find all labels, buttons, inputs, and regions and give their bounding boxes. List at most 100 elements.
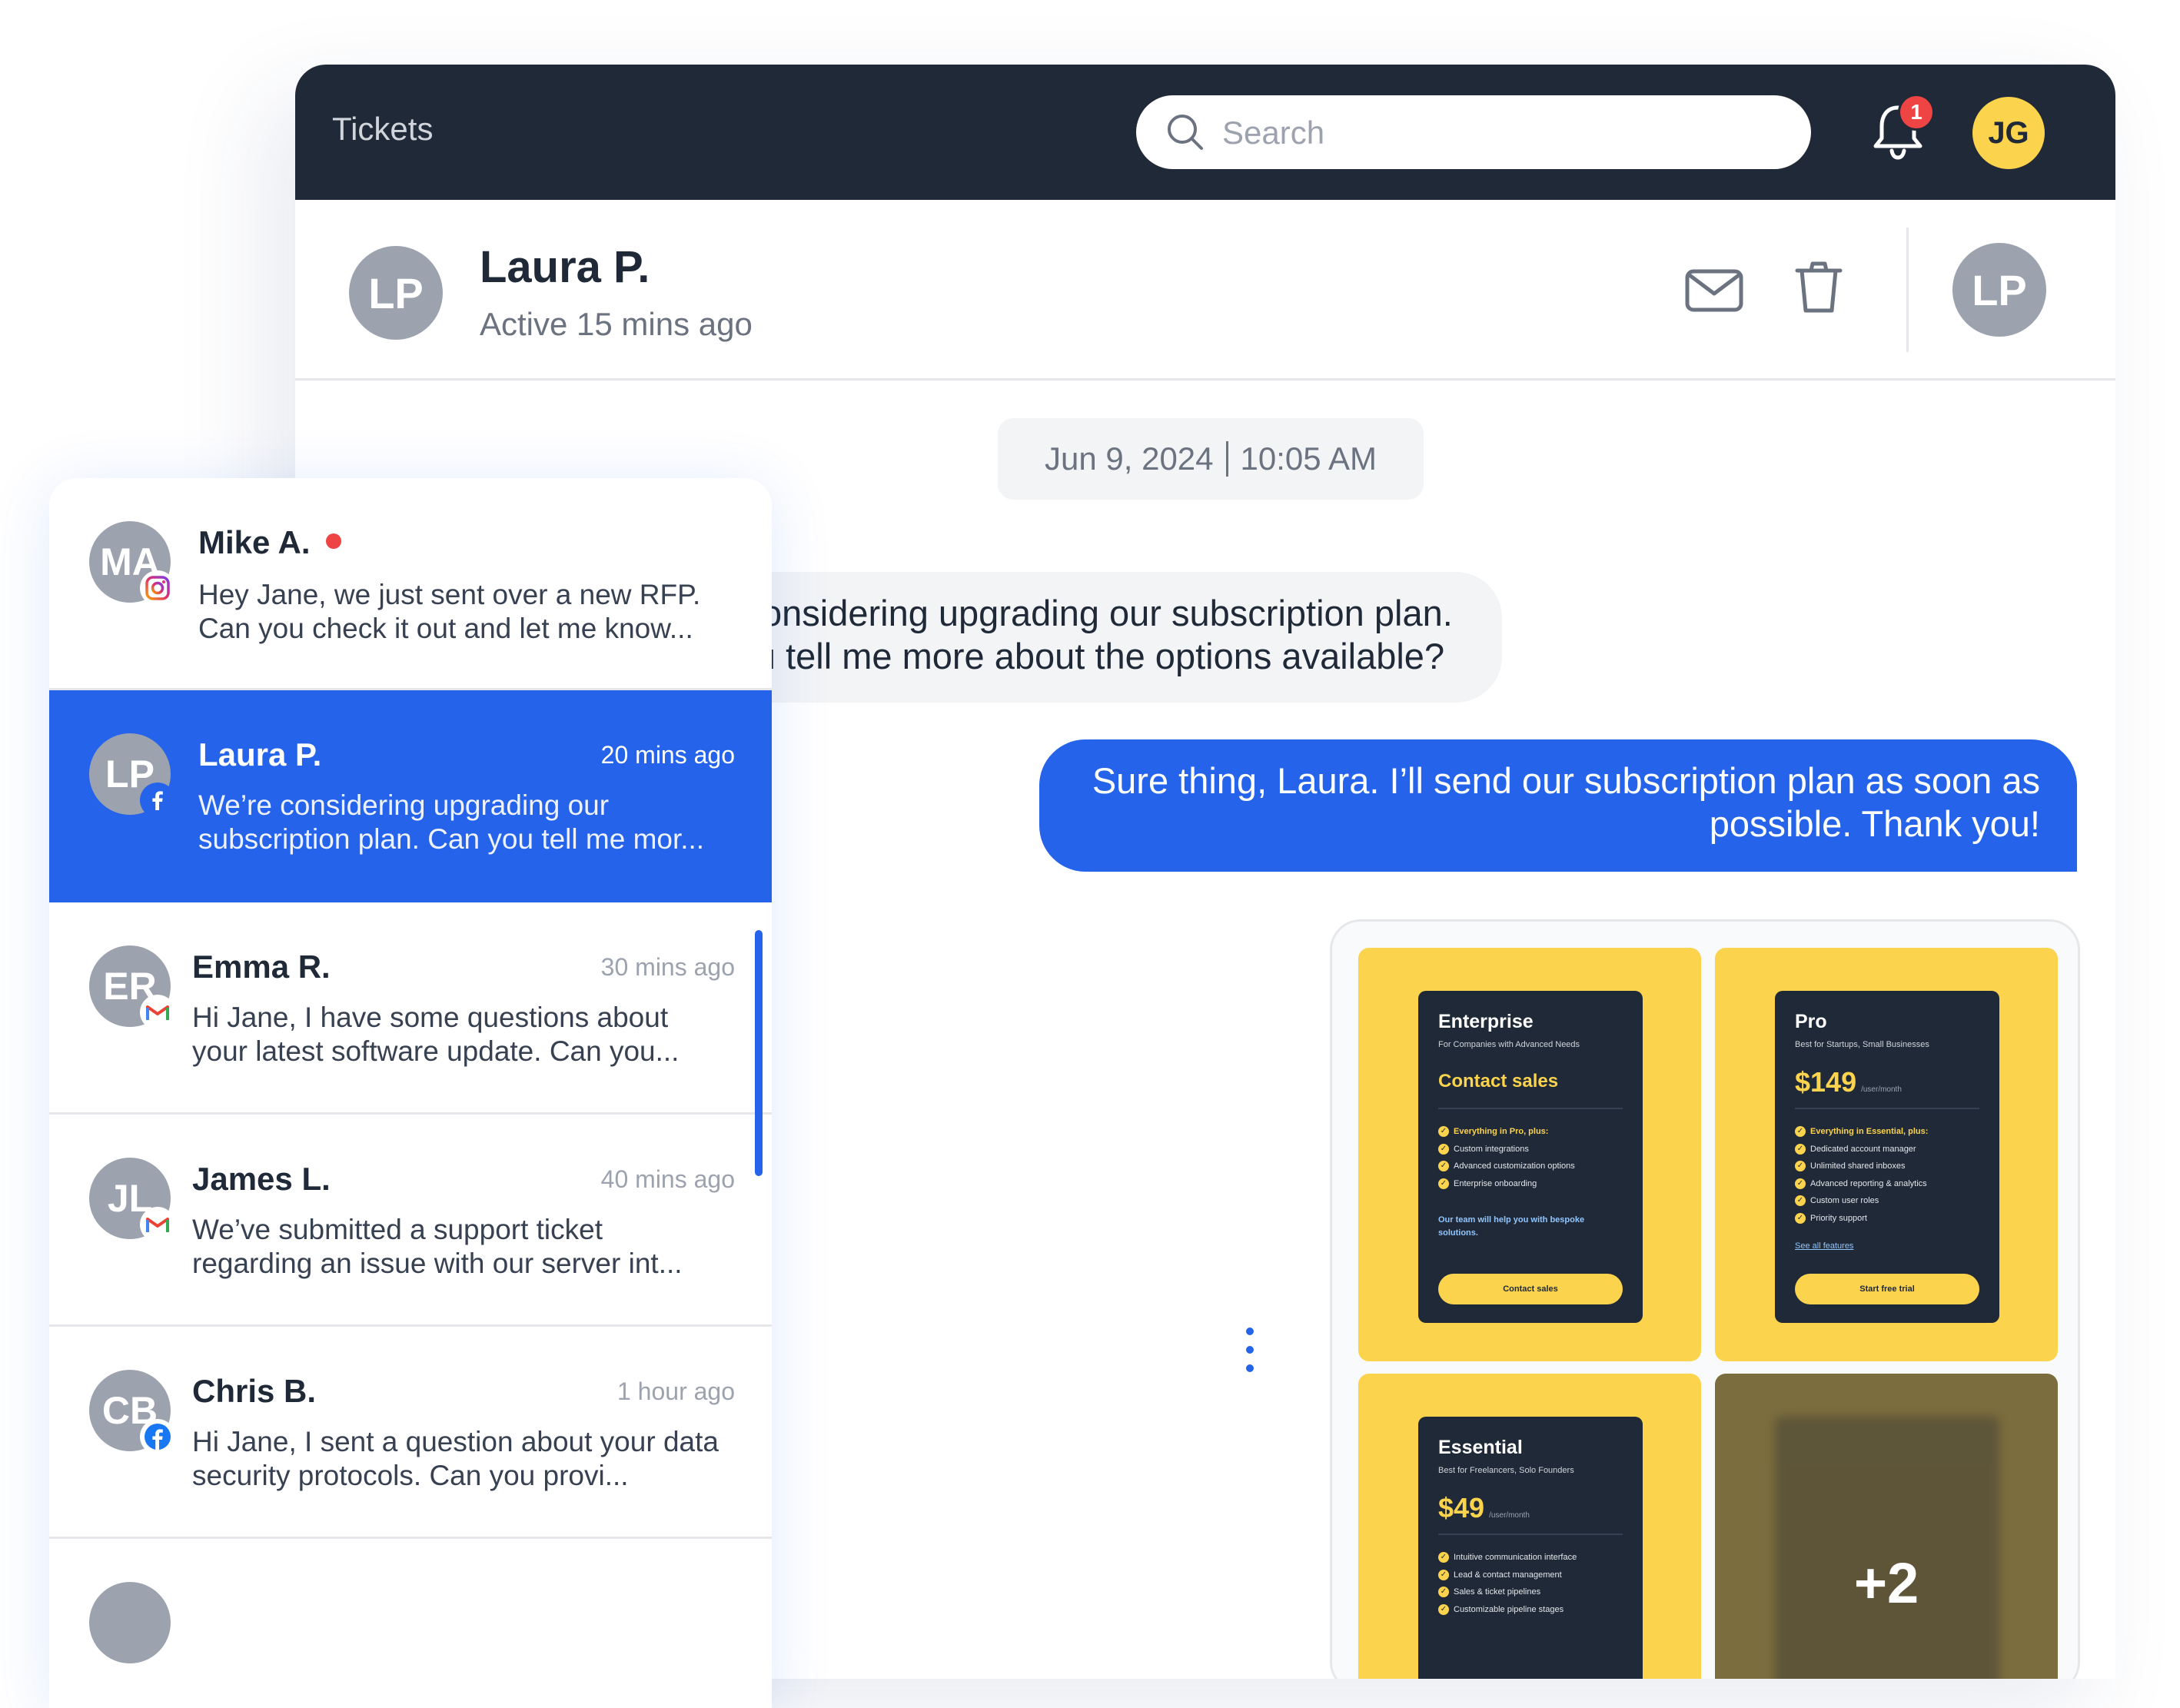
conversation-list: MA Mike A. Hey Jane, we just sent over a… (49, 478, 772, 1708)
message-date-time: 10:05 AM (1240, 440, 1377, 477)
plan-price: $49/user/month (1438, 1492, 1530, 1524)
plan-image-pro[interactable]: Pro Best for Startups, Small Businesses … (1715, 948, 2058, 1361)
more-attachments-count: +2 (1853, 1551, 1919, 1615)
plan-features: Everything in Essential, plus: Dedicated… (1795, 1123, 1928, 1227)
features-heading: Everything in Essential, plus: (1795, 1123, 1928, 1141)
more-attachments-tile[interactable]: +2 (1715, 1374, 2058, 1679)
facebook-icon (140, 783, 175, 818)
feature-item: Advanced reporting & analytics (1795, 1175, 1928, 1193)
user-avatar[interactable]: JG (1972, 97, 2045, 169)
feature-item: Dedicated account manager (1795, 1141, 1928, 1158)
feature-item: Custom integrations (1438, 1141, 1575, 1158)
plan-price-unit: /user/month (1861, 1085, 1902, 1094)
feature-item: Enterprise onboarding (1438, 1175, 1575, 1193)
plan-price-value: $149 (1795, 1066, 1857, 1098)
plan-image-enterprise[interactable]: Enterprise For Companies with Advanced N… (1358, 948, 1701, 1361)
plan-features: Everything in Pro, plus: Custom integrat… (1438, 1123, 1575, 1192)
plan-name: Enterprise (1438, 1011, 1534, 1032)
plan-link: See all features (1795, 1241, 1854, 1251)
conversation-avatar (89, 1582, 171, 1663)
conversation-name: Laura P. (198, 736, 322, 773)
plan-subtitle: Best for Startups, Small Businesses (1795, 1040, 1929, 1049)
message-date: Jun 9, 2024 10:05 AM (998, 418, 1424, 500)
plan-card: Pro Best for Startups, Small Businesses … (1775, 991, 1999, 1323)
conversation-name: Emma R. (192, 949, 331, 985)
plan-features: Intuitive communication interface Lead &… (1438, 1549, 1577, 1618)
conversation-name: James L. (192, 1161, 331, 1197)
gmail-icon (140, 995, 175, 1030)
conversation-name: Mike A. (198, 524, 311, 560)
plan-price-unit: /user/month (1489, 1511, 1530, 1520)
search-box[interactable] (1136, 95, 1811, 171)
plan-subtitle: For Companies with Advanced Needs (1438, 1040, 1580, 1049)
conversation-item[interactable]: ER Emma R. 30 mins ago Hi Jane, I have s… (49, 902, 772, 1115)
header-divider (1906, 228, 1909, 352)
conversation-preview: Hi Jane, I sent a question about your da… (192, 1426, 719, 1491)
app-title: Tickets (332, 111, 434, 147)
plan-subtitle: Best for Freelancers, Solo Founders (1438, 1466, 1574, 1475)
conversation-preview: Hi Jane, I have some questions about you… (192, 1002, 680, 1067)
plan-button: Start free trial (1795, 1274, 1979, 1304)
feature-item: Lead & contact management (1438, 1567, 1577, 1584)
plan-button: Contact sales (1438, 1274, 1623, 1304)
blurred-plan-preview (1775, 1417, 1999, 1679)
top-bar: Tickets 1 JG (295, 65, 2115, 200)
conversation-item[interactable]: MA Mike A. Hey Jane, we just sent over a… (49, 478, 772, 690)
plan-divider (1795, 1108, 1979, 1109)
plan-name: Essential (1438, 1437, 1523, 1458)
incoming-message-text: We're considering upgrading our subscrip… (710, 593, 1453, 676)
plan-name: Pro (1795, 1011, 1827, 1032)
conversation-item[interactable]: JL James L. 40 mins ago We’ve submitted … (49, 1115, 772, 1327)
plan-price: Contact sales (1438, 1071, 1559, 1092)
contact-avatar-secondary[interactable]: LP (1952, 243, 2046, 337)
conversation-name: Chris B. (192, 1373, 317, 1409)
feature-item: Customizable pipeline stages (1438, 1601, 1577, 1619)
search-input[interactable] (1221, 95, 1777, 171)
features-heading: Everything in Pro, plus: (1438, 1123, 1575, 1141)
feature-item: Intuitive communication interface (1438, 1549, 1577, 1567)
plan-divider (1438, 1534, 1623, 1535)
message-date-day: Jun 9, 2024 (1045, 440, 1214, 477)
mail-icon[interactable] (1685, 269, 1743, 312)
plan-note: Our team will help you with bespoke solu… (1438, 1215, 1585, 1238)
conversation-preview: We’re considering upgrading our subscrip… (198, 789, 705, 855)
search-icon (1168, 115, 1203, 150)
conversation-item-active[interactable]: LP Laura P. 20 mins ago We’re considerin… (49, 690, 772, 902)
unread-indicator (326, 533, 341, 549)
facebook-icon (140, 1419, 175, 1454)
contact-name: Laura P. (480, 242, 650, 292)
plan-price: $149/user/month (1795, 1066, 1902, 1098)
contact-header: LP Laura P. Active 15 mins ago LP (295, 200, 2115, 380)
feature-item: Unlimited shared inboxes (1795, 1158, 1928, 1175)
feature-item: Sales & ticket pipelines (1438, 1583, 1577, 1601)
conversation-preview: We’ve submitted a support ticket regardi… (192, 1214, 683, 1279)
conversation-time: 20 mins ago (600, 741, 735, 769)
notification-badge: 1 (1898, 94, 1935, 131)
plan-card: Essential Best for Freelancers, Solo Fou… (1418, 1417, 1643, 1679)
conversation-preview: Hey Jane, we just sent over a new RFP. C… (198, 579, 701, 644)
list-scrollbar[interactable] (755, 930, 763, 1176)
contact-status: Active 15 mins ago (480, 306, 753, 342)
gmail-icon (140, 1207, 175, 1242)
incoming-message-bubble: We're considering upgrading our subscrip… (710, 572, 1502, 703)
feature-item: Advanced customization options (1438, 1158, 1575, 1175)
plan-divider (1438, 1108, 1623, 1109)
conversation-time: 30 mins ago (600, 953, 735, 981)
instagram-icon (140, 570, 175, 606)
outgoing-message-bubble: Sure thing, Laura. I’ll send our subscri… (1039, 739, 2077, 872)
plan-card: Enterprise For Companies with Advanced N… (1418, 991, 1643, 1323)
conversation-item[interactable]: CB Chris B. 1 hour ago Hi Jane, I sent a… (49, 1327, 772, 1539)
conversation-time: 40 mins ago (600, 1165, 735, 1193)
more-options-icon[interactable] (1242, 1325, 1258, 1374)
contact-avatar: LP (349, 246, 443, 340)
date-separator (1225, 441, 1228, 477)
plan-price-value: $49 (1438, 1492, 1485, 1524)
feature-item: Custom user roles (1795, 1192, 1928, 1210)
trash-icon[interactable] (1794, 260, 1843, 315)
feature-item: Priority support (1795, 1210, 1928, 1228)
plan-image-essential[interactable]: Essential Best for Freelancers, Solo Fou… (1358, 1374, 1701, 1679)
attachment-grid: Enterprise For Companies with Advanced N… (1330, 919, 2080, 1679)
conversation-time: 1 hour ago (616, 1377, 735, 1405)
conversation-item[interactable] (49, 1539, 772, 1708)
outgoing-message-text: Sure thing, Laura. I’ll send our subscri… (1092, 760, 2040, 844)
